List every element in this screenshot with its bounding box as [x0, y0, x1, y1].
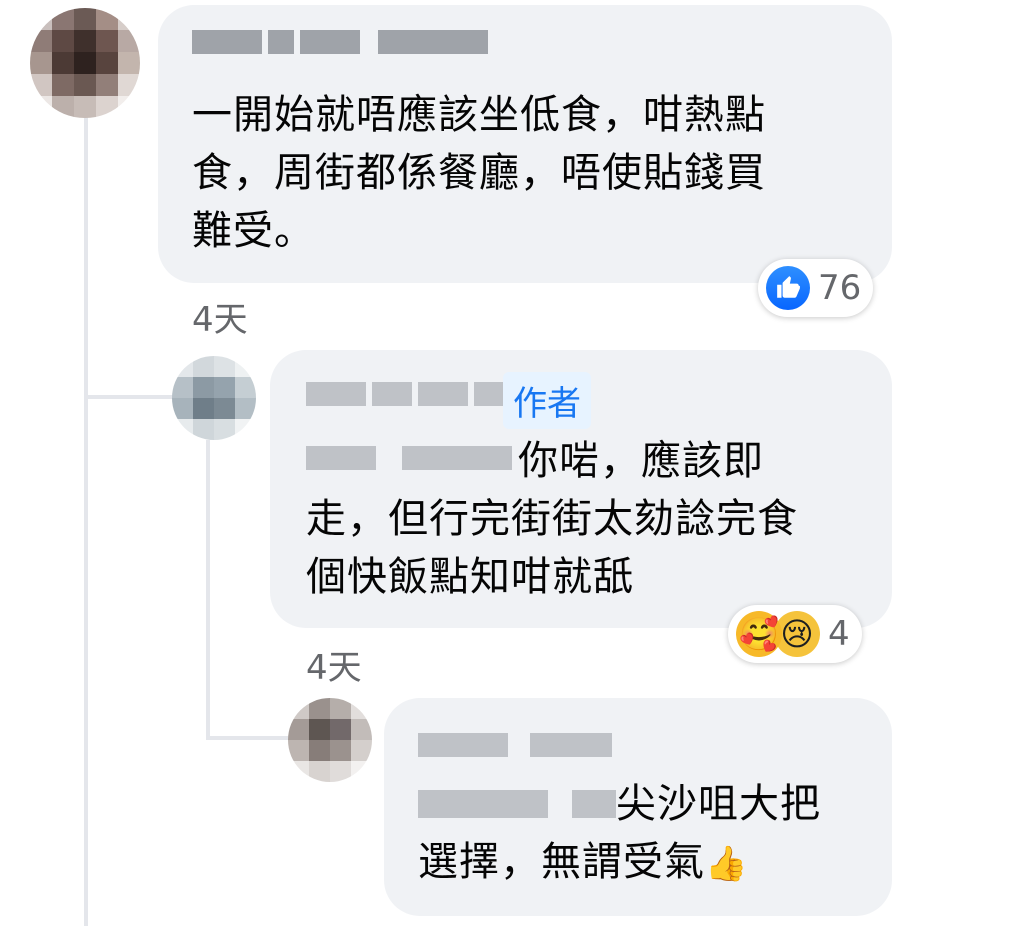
text-line: 走，但行完街街太劾諗完食 [306, 496, 798, 542]
reply-text: 你啱，應該即 走，但行完街街太劾諗完食 個快飯點知咁就舐 [306, 432, 798, 606]
thread-line-reply-branch [208, 736, 288, 740]
author-name-hidden[interactable] [306, 382, 512, 406]
reaction-summary[interactable]: 76 [758, 259, 874, 317]
text-line-content: 選擇，無謂受氣 [418, 839, 705, 885]
comment-text: 一開始就唔應該坐低食，咁熱點 食，周街都係餐廳，唔使貼錢買 難受。 [192, 86, 766, 260]
reaction-count: 76 [818, 268, 862, 308]
thumbs-up-icon [777, 276, 800, 298]
text-line: 選擇，無謂受氣👍 [418, 833, 821, 893]
thread-line-reply [206, 440, 210, 740]
author-name-hidden[interactable] [418, 733, 612, 757]
reaction-summary[interactable]: 🥰 😢 4 [728, 605, 862, 663]
reply-text: 尖沙咀大把 選擇，無謂受氣👍 [418, 775, 821, 893]
text-line: 個快飯點知咁就舐 [306, 554, 634, 600]
reaction-count: 4 [828, 614, 850, 654]
avatar[interactable] [172, 356, 256, 440]
avatar[interactable] [288, 698, 372, 782]
text-line: 尖沙咀大把 [616, 781, 821, 827]
timestamp[interactable]: 4天 [192, 292, 248, 341]
text-line: 難受。 [192, 208, 315, 254]
author-badge: 作者 [503, 372, 591, 429]
thumbs-up-emoji-icon: 👍 [705, 844, 749, 884]
care-icon: 🥰 [736, 611, 782, 657]
thread-line-branch [86, 395, 176, 399]
like-icon [766, 266, 810, 310]
text-line: 你啱，應該即 [518, 438, 764, 484]
avatar[interactable] [30, 8, 140, 118]
thread-line-main [84, 115, 88, 926]
text-line: 食，周街都係餐廳，唔使貼錢買 [192, 150, 766, 196]
text-line: 一開始就唔應該坐低食，咁熱點 [192, 92, 766, 138]
timestamp[interactable]: 4天 [306, 640, 362, 689]
author-name-hidden[interactable] [192, 30, 488, 54]
